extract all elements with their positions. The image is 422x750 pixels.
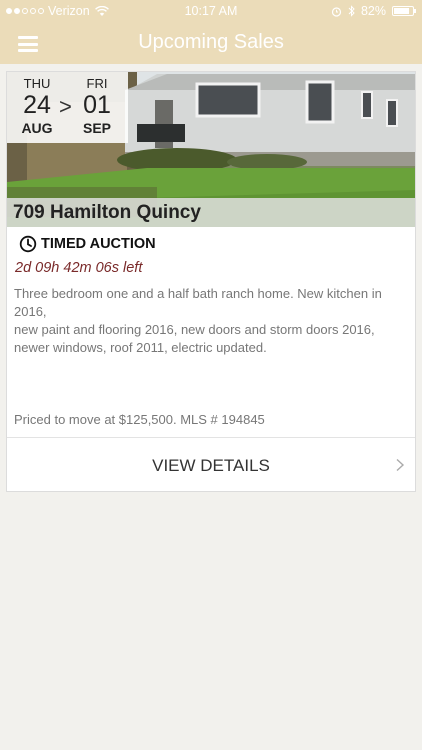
- start-dow: THU: [23, 76, 51, 91]
- date-separator: >: [59, 94, 72, 119]
- alarm-icon: [331, 6, 342, 17]
- end-month: SEP: [82, 120, 111, 136]
- end-day: 01: [83, 91, 111, 119]
- chevron-right-icon: [396, 458, 405, 472]
- bluetooth-icon: [348, 5, 355, 17]
- start-month: AUG: [21, 120, 53, 136]
- sale-type-label: TIMED AUCTION: [41, 236, 156, 252]
- property-address: 709 Hamilton Quincy: [13, 202, 201, 223]
- property-photo: THU 24 AUG > FRI 01 SEP 709 Hamilton Qui…: [7, 72, 415, 227]
- start-date: THU 24 AUG: [15, 76, 59, 136]
- description-line: newer windows, roof 2011, electric updat…: [14, 340, 267, 355]
- battery-icon: [392, 6, 416, 16]
- sale-date-range: THU 24 AUG > FRI 01 SEP: [7, 72, 128, 143]
- view-details-button[interactable]: VIEW DETAILS: [7, 438, 415, 492]
- sale-type: TIMED AUCTION: [19, 235, 156, 253]
- description-line: new paint and flooring 2016, new doors a…: [14, 322, 375, 337]
- price-mls: Priced to move at $125,500. MLS # 194845: [14, 412, 265, 427]
- sale-card[interactable]: THU 24 AUG > FRI 01 SEP 709 Hamilton Qui…: [6, 71, 416, 492]
- countdown-timer: 2d 09h 42m 06s left: [15, 260, 143, 276]
- battery-percent: 82%: [360, 4, 386, 18]
- address-bar: 709 Hamilton Quincy: [7, 198, 415, 227]
- status-bar: Verizon 10:17 AM 82%: [0, 0, 422, 22]
- app-header: Verizon 10:17 AM 82% Upcoming Sales: [0, 0, 422, 64]
- end-dow: FRI: [86, 76, 108, 91]
- page-title: Upcoming Sales: [138, 31, 284, 53]
- property-description: Three bedroom one and a half bath ranch …: [14, 285, 410, 357]
- nav-bar: Upcoming Sales: [0, 22, 422, 64]
- end-date: FRI 01 SEP: [75, 76, 119, 136]
- clock-icon: [19, 235, 37, 253]
- description-line: Three bedroom one and a half bath ranch …: [14, 286, 382, 319]
- view-details-label: VIEW DETAILS: [152, 456, 270, 475]
- start-day: 24: [23, 91, 51, 119]
